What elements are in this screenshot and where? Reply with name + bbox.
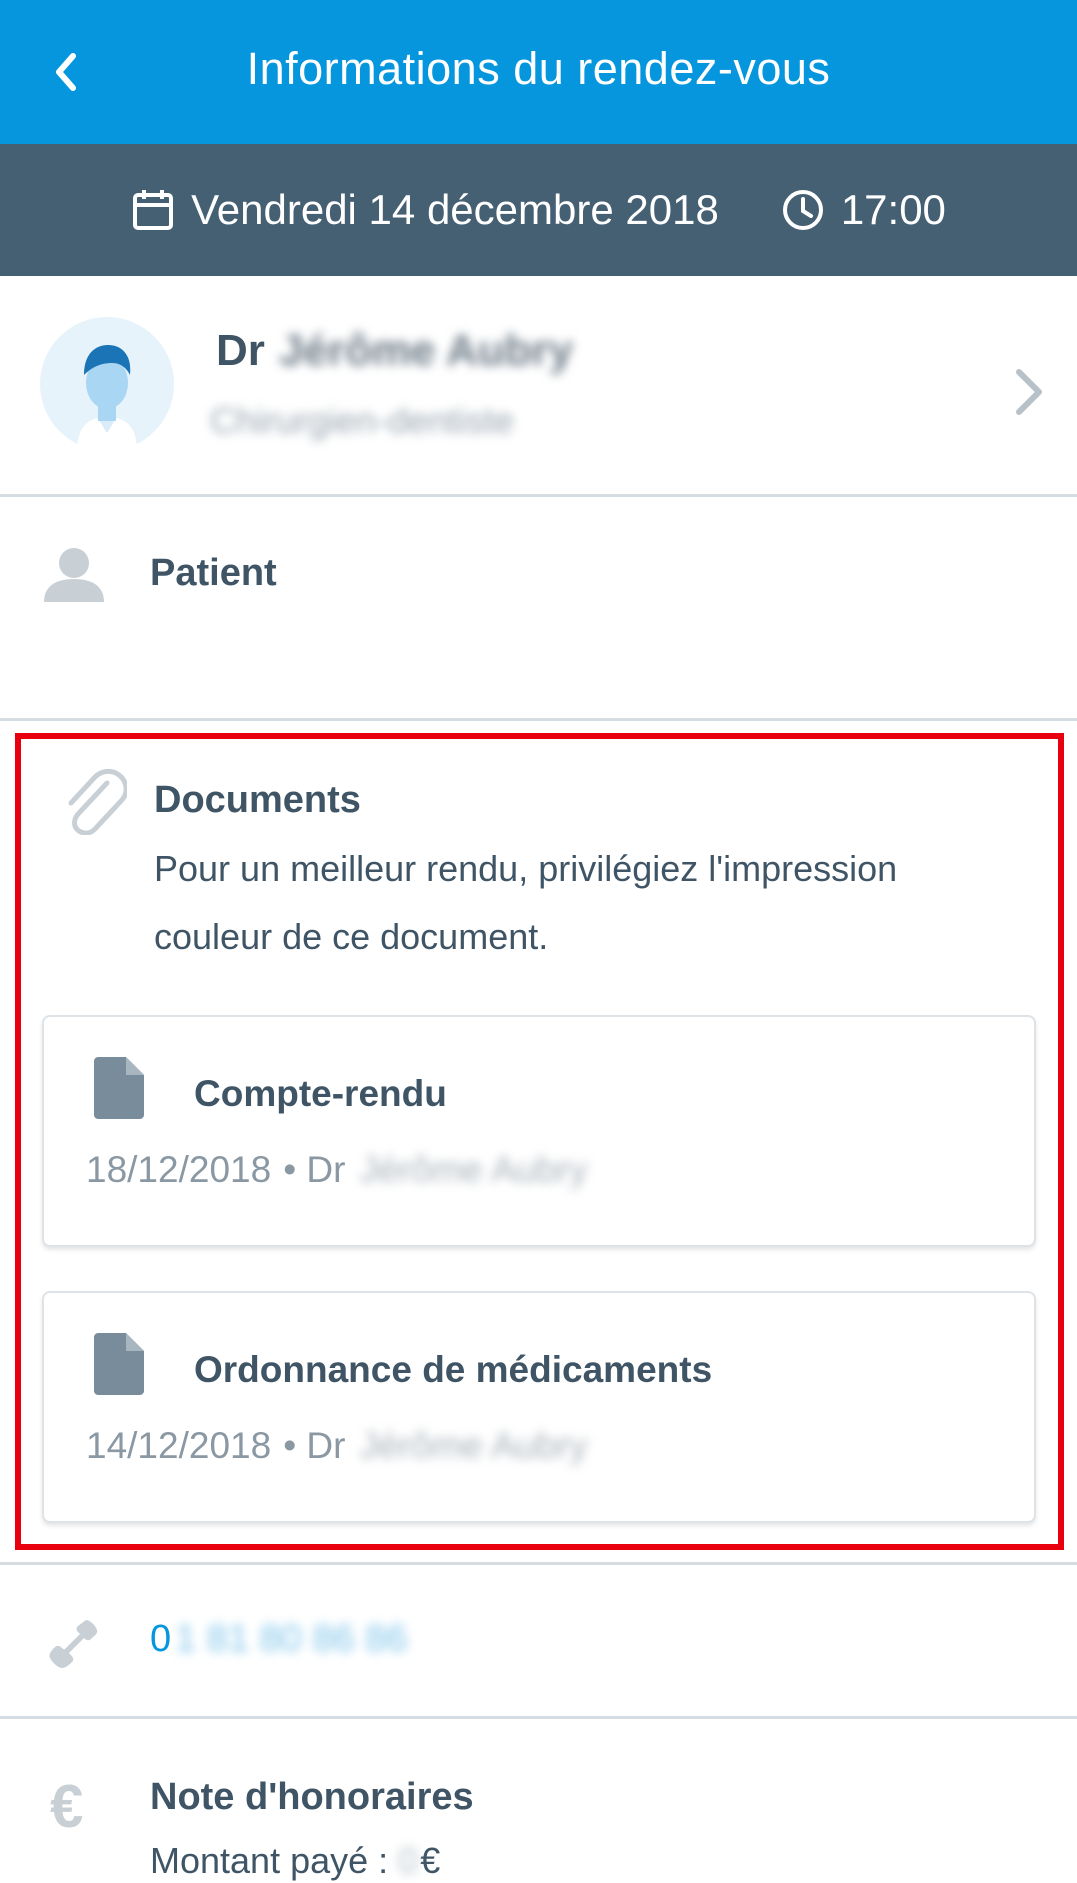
doctor-avatar-icon [77,345,137,451]
euro-icon: € [50,1773,84,1840]
doctor-card[interactable]: Dr Jérôme Aubry Chirurgien-dentiste [0,276,1077,496]
divider [0,1716,1077,1719]
document-date: 14/12/2018 [86,1425,272,1466]
document-date: 18/12/2018 [86,1149,272,1190]
appointment-time: 17:00 [781,186,946,234]
phone-number-redacted: 1 81 80 86 86 [175,1618,408,1660]
patient-label: Patient [150,552,277,594]
document-doctor-name: Jérôme Aubry [359,1149,588,1190]
doctor-specialty: Chirurgien-dentiste [210,400,515,441]
phone-link[interactable]: 0 1 81 80 86 86 [150,1618,408,1661]
document-card-ordonnance[interactable]: Ordonnance de médicaments 14/12/2018 • D… [42,1291,1036,1523]
fees-amount-label: Montant payé : [150,1840,389,1881]
document-card-compte-rendu[interactable]: Compte-rendu 18/12/2018 • Dr Jérôme Aubr… [42,1015,1036,1247]
documents-description: Pour un meilleur rendu, privilégiez l'im… [154,848,898,957]
document-title: Compte-rendu [194,1073,447,1114]
calendar-icon [133,190,174,230]
documents-title: Documents [154,779,361,821]
document-icon [94,1333,144,1395]
clock-icon [782,190,823,230]
chevron-right-icon [1016,369,1042,415]
divider [0,494,1077,497]
phone-icon [49,1620,98,1668]
divider [0,1562,1077,1565]
doctor-prefix: Dr [216,326,265,375]
appointment-date: Vendredi 14 décembre 2018 [131,186,719,234]
document-doctor-name: Jérôme Aubry [359,1425,588,1466]
paperclip-icon [68,769,127,835]
fees-section: € Note d'honoraires Montant payé : 0 € [0,1720,1077,1883]
doctor-name-redacted: Jérôme Aubry [278,326,574,375]
page-title: Informations du rendez-vous [246,43,831,94]
document-title: Ordonnance de médicaments [194,1349,713,1390]
patient-section: Patient [0,498,1077,718]
fees-amount-value: 0 [398,1840,419,1881]
phone-prefix: 0 [150,1618,172,1660]
document-meta: 14/12/2018 • Dr Jérôme Aubry [86,1425,588,1467]
appointment-datetime-bar: Vendredi 14 décembre 2018 17:00 [0,144,1077,276]
appointment-time-text: 17:00 [840,186,946,233]
appointment-date-text: Vendredi 14 décembre 2018 [191,186,719,233]
divider [0,718,1077,721]
avatar [40,317,174,451]
document-doctor-prefix: • Dr [283,1149,346,1190]
person-icon [44,548,104,602]
document-icon [94,1057,144,1119]
document-meta: 18/12/2018 • Dr Jérôme Aubry [86,1149,588,1191]
documents-section: Documents Pour un meilleur rendu, privil… [15,733,1064,1550]
phone-section: 0 1 81 80 86 86 [0,1566,1077,1718]
fees-amount: Montant payé : 0 € [150,1840,440,1882]
app-header: Informations du rendez-vous [0,0,1077,144]
fees-title: Note d'honoraires [150,1776,474,1818]
fees-currency: € [420,1840,441,1881]
doctor-name: Dr Jérôme Aubry [216,326,573,376]
document-doctor-prefix: • Dr [283,1425,346,1466]
